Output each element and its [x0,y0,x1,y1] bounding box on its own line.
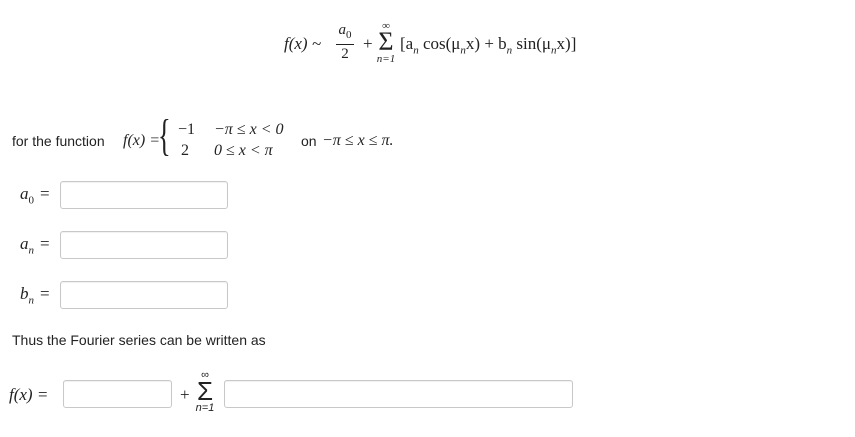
conclusion-text: Thus the Fourier series can be written a… [12,332,266,348]
an-label: an [20,234,34,257]
an-equals: = [40,234,50,253]
plus-sign: + [363,34,373,53]
a0-over-2-fraction: a0 2 [336,22,354,62]
a0-input[interactable] [60,181,228,209]
summation-symbol: ∞ Σ n=1 [376,20,396,66]
bn-input[interactable] [60,281,228,309]
series-lhs: f(x) ~ [284,34,322,53]
final-plus-sign: + [180,385,190,404]
case2-domain: 0 ≤ x < π [214,142,273,159]
function-lhs: f(x) = [123,132,160,149]
fraction-denominator: 2 [341,46,349,62]
piecewise-brace: { [158,111,171,160]
interval-label: on [301,133,317,149]
case1-value: −1 [178,121,196,138]
constant-term-input[interactable] [63,380,172,408]
bn-label: bn [20,284,34,307]
fraction-numerator: a0 [338,22,352,41]
an-input[interactable] [60,231,228,259]
case2-value: 2 [181,142,189,159]
a0-label: a0 [20,184,34,207]
final-summation-symbol: ∞ Σ n=1 [195,369,215,415]
case1-domain: −π ≤ x < 0 [214,121,284,138]
bn-equals: = [40,284,50,303]
function-prefix-text: for the function [12,133,105,149]
final-lhs: f(x) = [9,385,49,404]
a0-equals: = [40,184,50,203]
series-term: [an cos(μnx) + bn sin(μnx)] [400,34,577,57]
series-term-input[interactable] [224,380,573,408]
interval-expression: −π ≤ x ≤ π. [322,132,394,149]
